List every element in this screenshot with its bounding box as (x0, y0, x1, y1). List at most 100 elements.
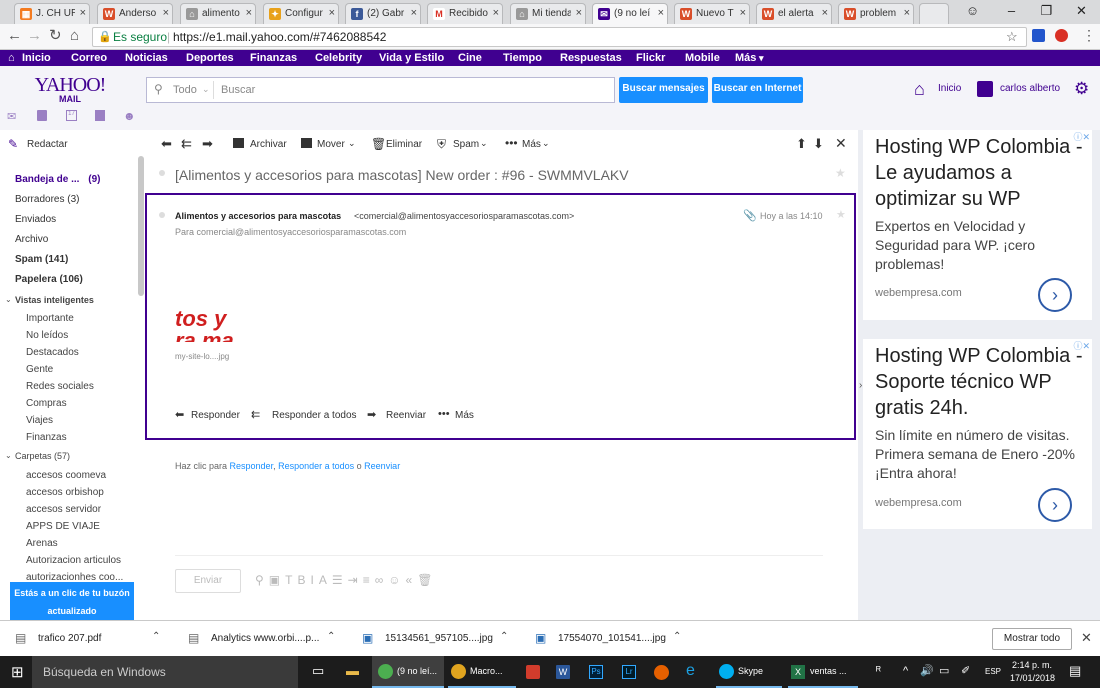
user-folder-item[interactable]: accesos orbishop (26, 487, 104, 498)
quick-forward-link[interactable]: Reenviar (364, 461, 400, 471)
font-size-icon[interactable]: T (285, 573, 297, 587)
list-icon[interactable]: ☰ (332, 573, 348, 587)
star-icon[interactable]: ★ (835, 166, 846, 180)
menu-item[interactable]: Celebrity (315, 50, 362, 66)
home-icon[interactable]: ⌂ (70, 27, 79, 45)
chevron-up-icon[interactable]: ⌃ (152, 631, 160, 642)
clock-date[interactable]: 17/01/2018 (1010, 673, 1055, 683)
user-folder-item[interactable]: accesos coomeva (26, 470, 106, 481)
url-field[interactable]: 🔒 Es seguro | https://e1.mail.yahoo.com/… (92, 27, 1027, 47)
minimize-icon[interactable]: – (994, 0, 1029, 22)
taskbar-skype[interactable]: Skype (716, 656, 782, 688)
read-dot-icon[interactable] (159, 212, 165, 218)
browser-tab[interactable]: W Anderso × (97, 3, 173, 24)
archive-button[interactable]: Archivar (250, 139, 287, 150)
menu-item[interactable]: Correo (71, 50, 107, 66)
download-item[interactable]: 15134561_957105....jpg (385, 633, 493, 644)
folder-spam[interactable]: Spam (141) (15, 254, 68, 265)
download-item[interactable]: 17554070_101541....jpg (558, 633, 666, 644)
sidebar-scrollbar[interactable] (138, 156, 144, 296)
reply-button[interactable]: Responder (191, 410, 240, 421)
browser-tab-active[interactable]: ✉ (9 no leí × (592, 3, 668, 24)
close-tab-icon[interactable]: × (329, 4, 335, 23)
restore-icon[interactable]: ❐ (1029, 0, 1064, 22)
menu-item[interactable]: Deportes (186, 50, 234, 66)
arrow-up-icon[interactable]: ⬆ (796, 136, 807, 152)
notepad-icon[interactable] (95, 110, 105, 121)
photoshop-icon[interactable]: Ps (589, 665, 603, 679)
chevron-up-icon[interactable]: ⌃ (500, 631, 508, 642)
message-more-button[interactable]: Más (455, 410, 474, 421)
folder-inbox[interactable]: Bandeja de ... (9) (15, 174, 100, 185)
close-tab-icon[interactable]: × (904, 4, 910, 23)
ad-card[interactable]: ⓘ✕ Hosting WP Colombia - Le ayudamos a o… (863, 130, 1092, 320)
folder-drafts[interactable]: Borradores (3) (15, 194, 79, 205)
taskbar-search[interactable]: Búsqueda en Windows (32, 656, 298, 688)
messenger-icon[interactable]: ☻ (123, 109, 136, 123)
close-tab-icon[interactable]: × (163, 4, 169, 23)
folder-trash[interactable]: Papelera (106) (15, 274, 83, 285)
browser-tab[interactable]: Wel alerta × (756, 3, 832, 24)
yahoo-mail-logo[interactable]: YAHOO! MAIL (30, 75, 110, 104)
language-indicator[interactable]: ESP (985, 667, 1001, 676)
trash-icon[interactable]: 🗑 (417, 573, 437, 587)
chevron-up-icon[interactable]: ⌃ (673, 631, 681, 642)
word-icon[interactable]: W (556, 665, 570, 679)
sender-name[interactable]: Alimentos y accesorios para mascotas (175, 211, 341, 221)
smart-views-header[interactable]: Vistas inteligentes (15, 295, 94, 305)
send-button[interactable]: Enviar (175, 569, 241, 593)
chevron-down-icon[interactable]: ⌄ (5, 451, 12, 460)
smart-view-item[interactable]: Importante (26, 313, 74, 324)
menu-item[interactable]: Tiempo (503, 50, 542, 66)
taskbar-excel[interactable]: X ventas ... (788, 656, 858, 688)
image-icon[interactable]: ▣ (269, 573, 285, 587)
windows-start-icon[interactable]: ⊞ (11, 663, 24, 681)
smart-view-item[interactable]: Viajes (26, 415, 53, 426)
ad-card[interactable]: ⓘ✕ Hosting WP Colombia - Soporte técnico… (863, 339, 1092, 529)
attach-icon[interactable]: ⚲ (255, 573, 269, 587)
taskbar-macro[interactable]: Macro... (448, 656, 516, 688)
smart-view-item[interactable]: Gente (26, 364, 53, 375)
pen-icon[interactable]: ✐ (961, 664, 970, 677)
text-color-icon[interactable]: A (319, 573, 332, 587)
arrow-down-icon[interactable]: ⬇ (813, 136, 824, 152)
contacts-icon[interactable] (37, 110, 47, 121)
ad-domain[interactable]: webempresa.com (863, 497, 962, 509)
link-icon[interactable]: ∞ (375, 573, 389, 587)
folder-archive[interactable]: Archivo (15, 234, 48, 245)
download-item[interactable]: Analytics www.orbi....p... (211, 633, 319, 644)
extension-icon[interactable] (1055, 29, 1068, 42)
task-view-icon[interactable]: ▭ (312, 663, 324, 679)
compose-button[interactable]: Redactar (27, 139, 68, 150)
bookmark-star-icon[interactable]: ☆ (1006, 28, 1018, 46)
folders-header[interactable]: Carpetas (57) (15, 451, 70, 461)
show-all-downloads-button[interactable]: Mostrar todo (992, 628, 1072, 650)
menu-item-more[interactable]: Más (735, 50, 756, 66)
menu-item[interactable]: Inicio (22, 50, 51, 66)
ad-title[interactable]: Hosting WP Colombia - Le ayudamos a opti… (863, 130, 1092, 212)
browser-tab[interactable]: ⌂ alimento × (180, 3, 256, 24)
taskbar-chrome[interactable]: (9 no leí... (372, 656, 444, 688)
smart-view-item[interactable]: Redes sociales (26, 381, 94, 392)
search-input[interactable]: ⚲ Todo ⌄ Buscar (146, 77, 615, 103)
new-tab-button[interactable] (919, 3, 949, 24)
people-icon[interactable]: ᴿ (876, 665, 881, 677)
quote-icon[interactable]: « (406, 573, 418, 587)
close-window-icon[interactable]: ✕ (1064, 0, 1099, 22)
menu-dots-icon[interactable]: ⋮ (1082, 27, 1096, 44)
profile-icon[interactable]: ☺ (955, 0, 990, 22)
close-tab-icon[interactable]: × (246, 4, 252, 23)
ad-choices-icon[interactable]: ⓘ✕ (1073, 339, 1090, 352)
forward-icon[interactable]: → (27, 27, 42, 45)
gear-icon[interactable]: ⚙ (1074, 79, 1089, 99)
menu-item[interactable]: Noticias (125, 50, 168, 66)
home-icon[interactable]: ⌂ (914, 79, 925, 100)
close-tab-icon[interactable]: × (493, 4, 499, 23)
ad-title[interactable]: Hosting WP Colombia - Soporte técnico WP… (863, 339, 1092, 421)
menu-item[interactable]: Flickr (636, 50, 665, 66)
search-mail-button[interactable]: Buscar mensajes (619, 77, 708, 103)
menu-item[interactable]: Respuestas (560, 50, 622, 66)
back-arrow-icon[interactable]: ⬅ (161, 136, 172, 152)
browser-tab[interactable]: f (2) Gabr × (345, 3, 421, 24)
browser-tab[interactable]: ⌂ Mi tienda × (510, 3, 586, 24)
